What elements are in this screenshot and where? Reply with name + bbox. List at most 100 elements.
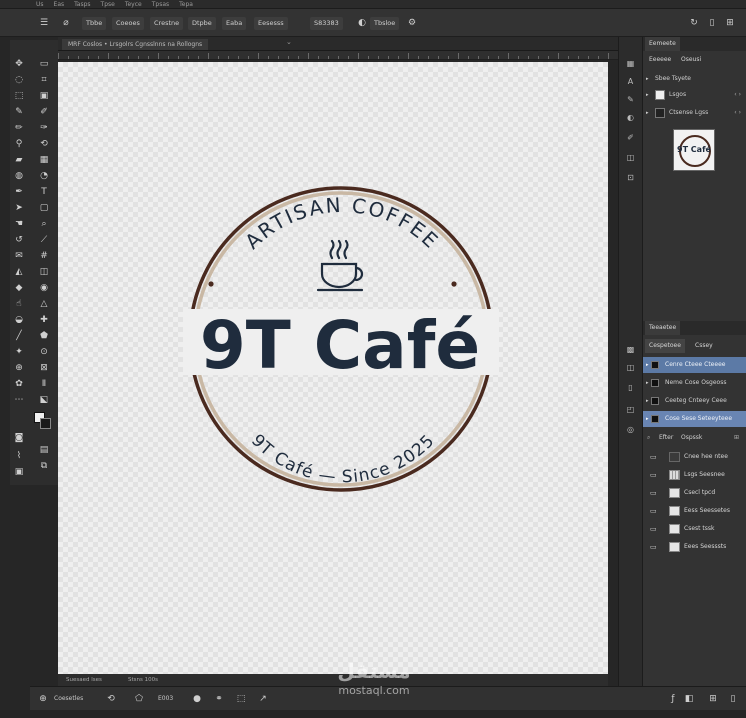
- menu-icon[interactable]: ☰: [38, 17, 50, 29]
- layer-group[interactable]: ▸ Neme Cose Osgeoss: [643, 375, 746, 391]
- sponge-tool-icon[interactable]: ◉: [38, 282, 50, 294]
- document-tab[interactable]: MRF Coslos • Lrsgolrs Cgnsslnns na Rollo…: [62, 39, 209, 50]
- new-layer-icon[interactable]: ⊞: [706, 692, 720, 706]
- path-select-icon[interactable]: ➤: [13, 202, 25, 214]
- visibility-eye-icon[interactable]: ▭: [650, 521, 657, 537]
- lock-icon[interactable]: ⊞: [734, 431, 739, 445]
- arrow-icon[interactable]: ‹ ›: [734, 87, 741, 103]
- rotate-view-icon[interactable]: ↺: [13, 234, 25, 246]
- screen-mode-icon[interactable]: ▤: [38, 444, 50, 456]
- triangle-icon[interactable]: ▸: [646, 393, 649, 409]
- layer-row[interactable]: ▭ Cnee hee ntee: [643, 449, 746, 465]
- paths-panel-icon[interactable]: ▯: [624, 381, 637, 394]
- sharpen-tool-icon[interactable]: △: [38, 298, 50, 310]
- rotate-icon[interactable]: ↻: [688, 17, 700, 29]
- option-button[interactable]: Crestne: [150, 17, 184, 30]
- hand-tool-icon[interactable]: ☚: [13, 218, 25, 230]
- export-icon[interactable]: ⬚: [234, 692, 248, 706]
- note-tool-icon[interactable]: ✉: [13, 250, 25, 262]
- extra-tool-icon[interactable]: ⧉: [38, 460, 50, 472]
- triangle-icon[interactable]: ▸: [646, 357, 649, 373]
- mask-icon[interactable]: ◧: [682, 692, 696, 706]
- layer-group[interactable]: ▸ Cenre Cteee Cteeee: [643, 357, 746, 373]
- list-item[interactable]: ▸ Lsgos ‹ ›: [643, 87, 746, 103]
- settings-icon[interactable]: ⚙: [406, 17, 418, 29]
- visibility-eye-icon[interactable]: ▭: [650, 485, 657, 501]
- layers-panel-icon[interactable]: ◫: [624, 151, 637, 164]
- visibility-eye-icon[interactable]: ▭: [650, 503, 657, 519]
- tab-copy[interactable]: Cssey: [691, 339, 717, 353]
- filter-tab[interactable]: Efter: [659, 431, 673, 445]
- adjust-panel-icon[interactable]: ◐: [624, 111, 637, 124]
- add-icon[interactable]: ⊕: [36, 692, 50, 706]
- user-icon[interactable]: ●: [190, 692, 204, 706]
- triangle-icon[interactable]: ▸: [646, 105, 649, 121]
- option-button[interactable]: Dtpbe: [188, 17, 216, 30]
- pencil-tool-icon[interactable]: ✑: [38, 122, 50, 134]
- tab-panel[interactable]: Oseusi: [677, 53, 705, 67]
- type-tool-icon[interactable]: T: [38, 186, 50, 198]
- lasso-tool-icon[interactable]: ◌: [13, 74, 25, 86]
- edit-toolbar-icon[interactable]: ⋯: [13, 394, 25, 406]
- tab-panel[interactable]: Eemeete: [645, 37, 680, 51]
- swatches-panel-icon[interactable]: ▩: [624, 343, 637, 356]
- chevron-down-icon[interactable]: ⌄: [286, 38, 292, 46]
- search-icon[interactable]: ⌕: [647, 431, 650, 445]
- menu-item[interactable]: Tepa: [179, 0, 193, 8]
- character-panel-icon[interactable]: A: [624, 75, 637, 88]
- logo-thumbnail[interactable]: 9T Café: [673, 129, 715, 171]
- layer-row[interactable]: ▭ Csecl tpcd: [643, 485, 746, 501]
- trash-icon[interactable]: ▯: [726, 692, 740, 706]
- artboard-tool-icon[interactable]: ◫: [38, 266, 50, 278]
- menu-item[interactable]: Eas: [54, 0, 65, 8]
- eyedropper-tool-icon[interactable]: ✎: [13, 106, 25, 118]
- patch-tool-icon[interactable]: ✐: [38, 106, 50, 118]
- custom-shape-icon[interactable]: ✿: [13, 378, 25, 390]
- tab-panel[interactable]: Eeeeee: [645, 53, 675, 67]
- delete-icon[interactable]: ▯: [706, 17, 718, 29]
- move-tool-icon[interactable]: ✥: [13, 58, 25, 70]
- canvas[interactable]: ARTISAN COFFEE 9T Café 9T Café — Since 2…: [58, 62, 608, 674]
- gradient-tool-icon[interactable]: ▦: [38, 154, 50, 166]
- blur-tool-icon[interactable]: ◍: [13, 170, 25, 182]
- menu-item[interactable]: Tpse: [101, 0, 115, 8]
- pattern-stamp-icon[interactable]: ⊠: [38, 362, 50, 374]
- line-tool-icon[interactable]: ╱: [13, 330, 25, 342]
- bottom-label[interactable]: E003: [158, 692, 173, 706]
- triangle-icon[interactable]: ▸: [646, 411, 649, 427]
- brush-tool-icon[interactable]: ✏: [13, 122, 25, 134]
- visibility-eye-icon[interactable]: ▭: [650, 539, 657, 555]
- shape-tool-icon[interactable]: ▢: [38, 202, 50, 214]
- color-sampler-icon[interactable]: ⊕: [13, 362, 25, 374]
- option-button[interactable]: S83383: [310, 17, 343, 30]
- dropper-icon[interactable]: ⌇: [13, 450, 25, 462]
- grid-panel-icon[interactable]: ⊡: [624, 171, 637, 184]
- frame-tool-icon[interactable]: ▣: [38, 90, 50, 102]
- layer-group[interactable]: ▸ Ceeteg Cnteey Ceee: [643, 393, 746, 409]
- fx-icon[interactable]: ƒ: [666, 692, 680, 706]
- option-button[interactable]: Eaba: [222, 17, 247, 30]
- arrow-icon[interactable]: ‹ ›: [734, 105, 741, 121]
- layer-group[interactable]: ▸ Cose Sese Seteeyteee: [643, 411, 746, 427]
- marquee-tool-icon[interactable]: ▭: [38, 58, 50, 70]
- ruler-tool-icon[interactable]: ⟋: [38, 234, 50, 246]
- quick-select-icon[interactable]: ⊙: [38, 346, 50, 358]
- option-button[interactable]: Coeoes: [112, 17, 144, 30]
- brush-panel-icon[interactable]: ✎: [624, 93, 637, 106]
- layer-row[interactable]: ▭ Csest tssk: [643, 521, 746, 537]
- frame-icon[interactable]: ▣: [13, 466, 25, 478]
- history-brush-icon[interactable]: ⟲: [38, 138, 50, 150]
- select-tool-icon[interactable]: ⬚: [13, 90, 25, 102]
- triangle-icon[interactable]: ▸: [646, 375, 649, 391]
- layer-row[interactable]: ▭ Eees Seesssts: [643, 539, 746, 555]
- quick-mask-icon[interactable]: ◙: [13, 432, 25, 444]
- link-icon[interactable]: ⚭: [212, 692, 226, 706]
- fill-tool-icon[interactable]: ◆: [13, 282, 25, 294]
- option-button[interactable]: Eesesss: [254, 17, 288, 30]
- panel-header[interactable]: Teeaetee: [645, 321, 681, 335]
- magic-wand-icon[interactable]: ✦: [13, 346, 25, 358]
- move-tool-icon[interactable]: ⌀: [60, 17, 72, 29]
- filter-tab[interactable]: Ospssk: [681, 431, 702, 445]
- tag-icon[interactable]: ⬠: [132, 692, 146, 706]
- tab-compositions[interactable]: Cespetoee: [645, 339, 685, 353]
